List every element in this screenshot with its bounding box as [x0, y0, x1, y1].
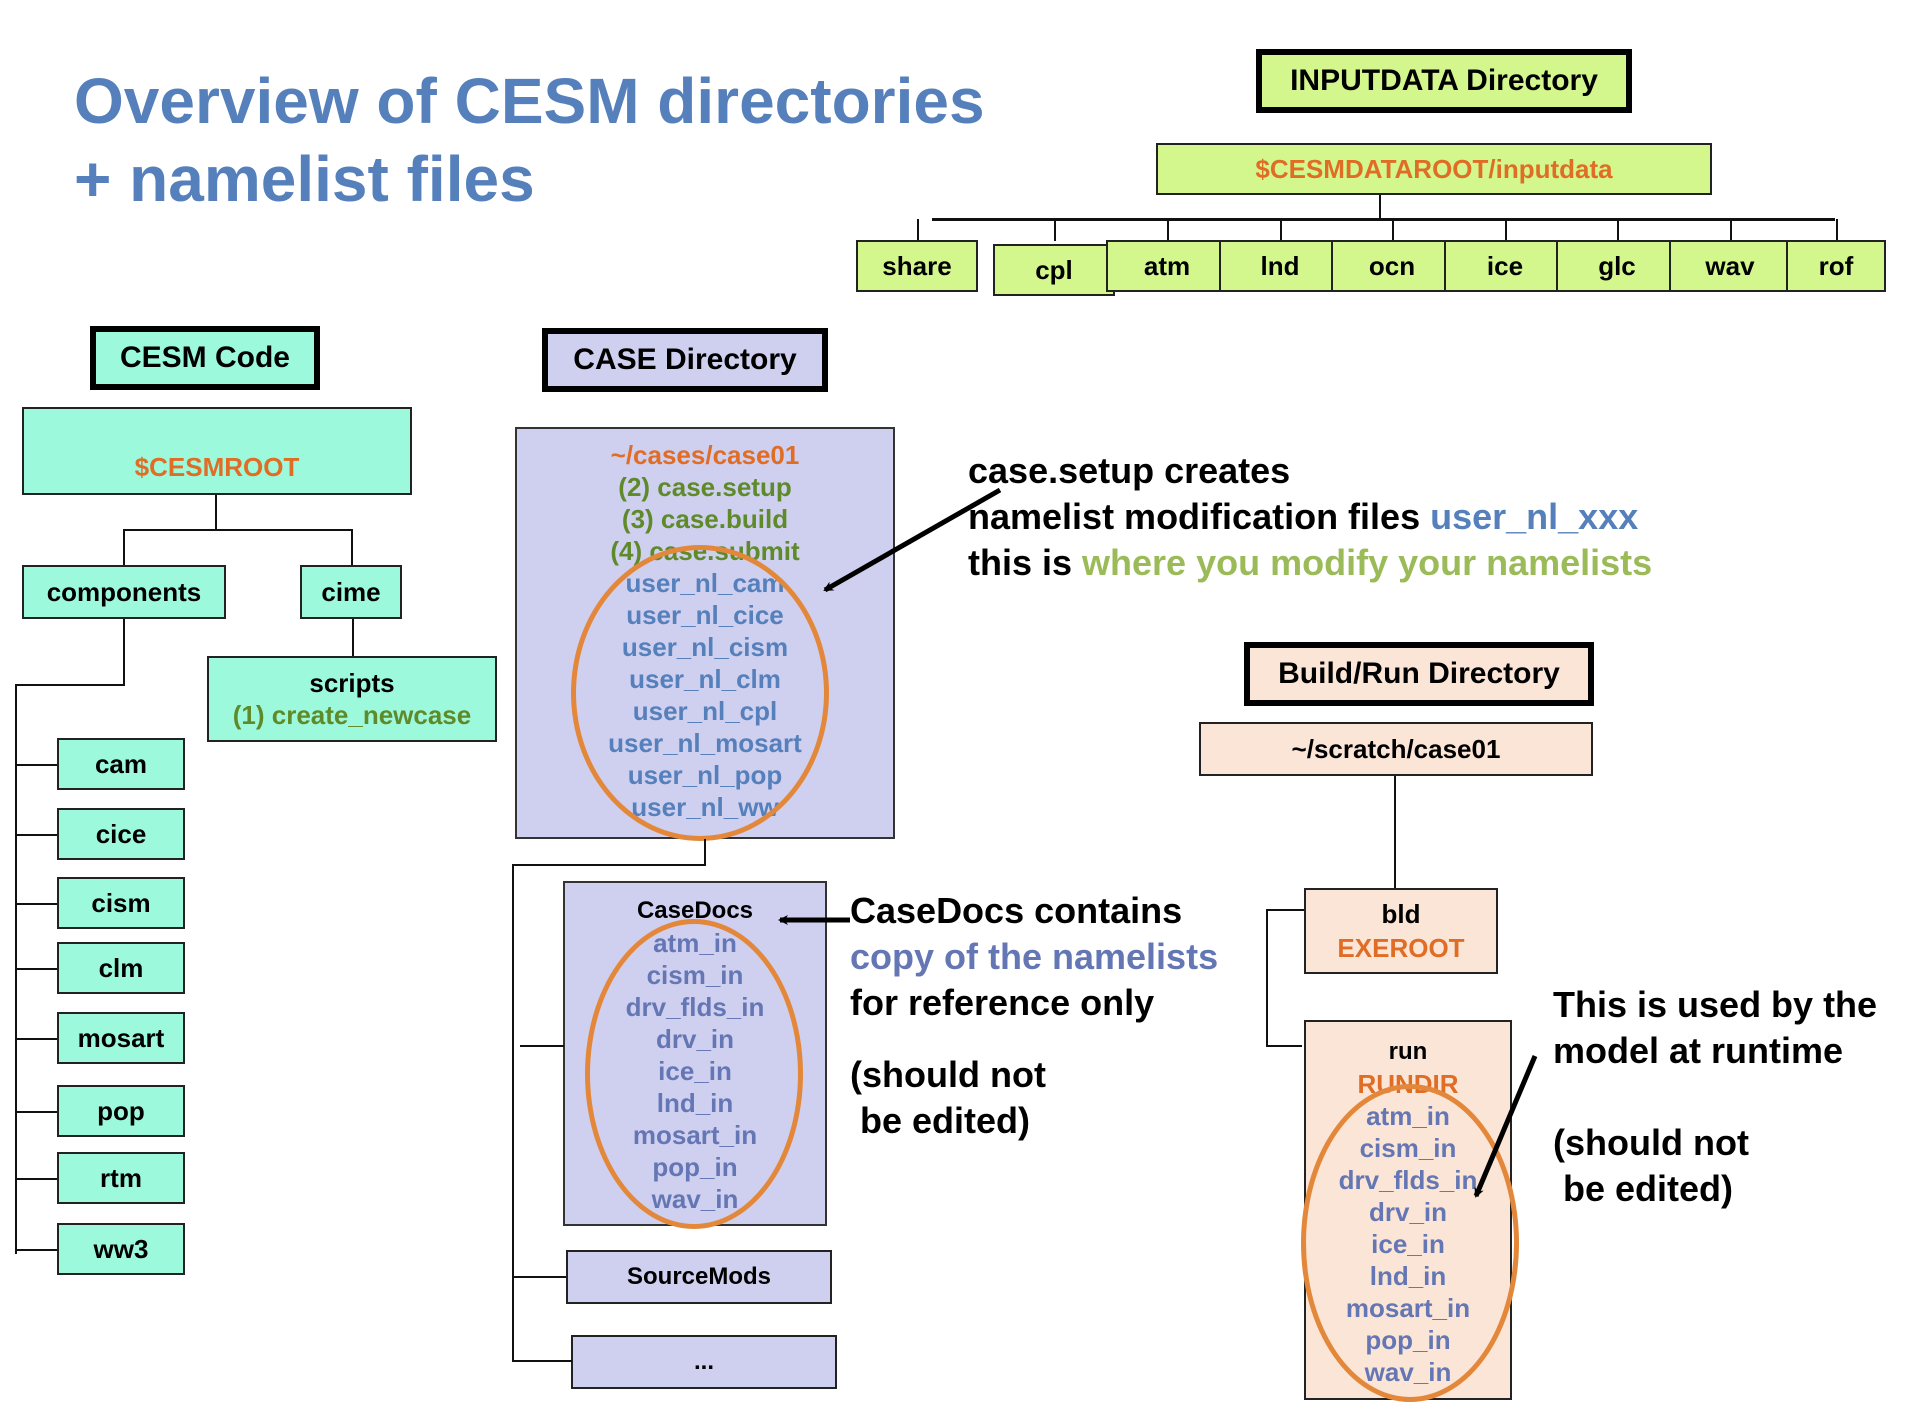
arrow-runtime	[1473, 1055, 1538, 1198]
arrows-layer	[778, 487, 1538, 1198]
arrow-setup	[823, 487, 1002, 593]
